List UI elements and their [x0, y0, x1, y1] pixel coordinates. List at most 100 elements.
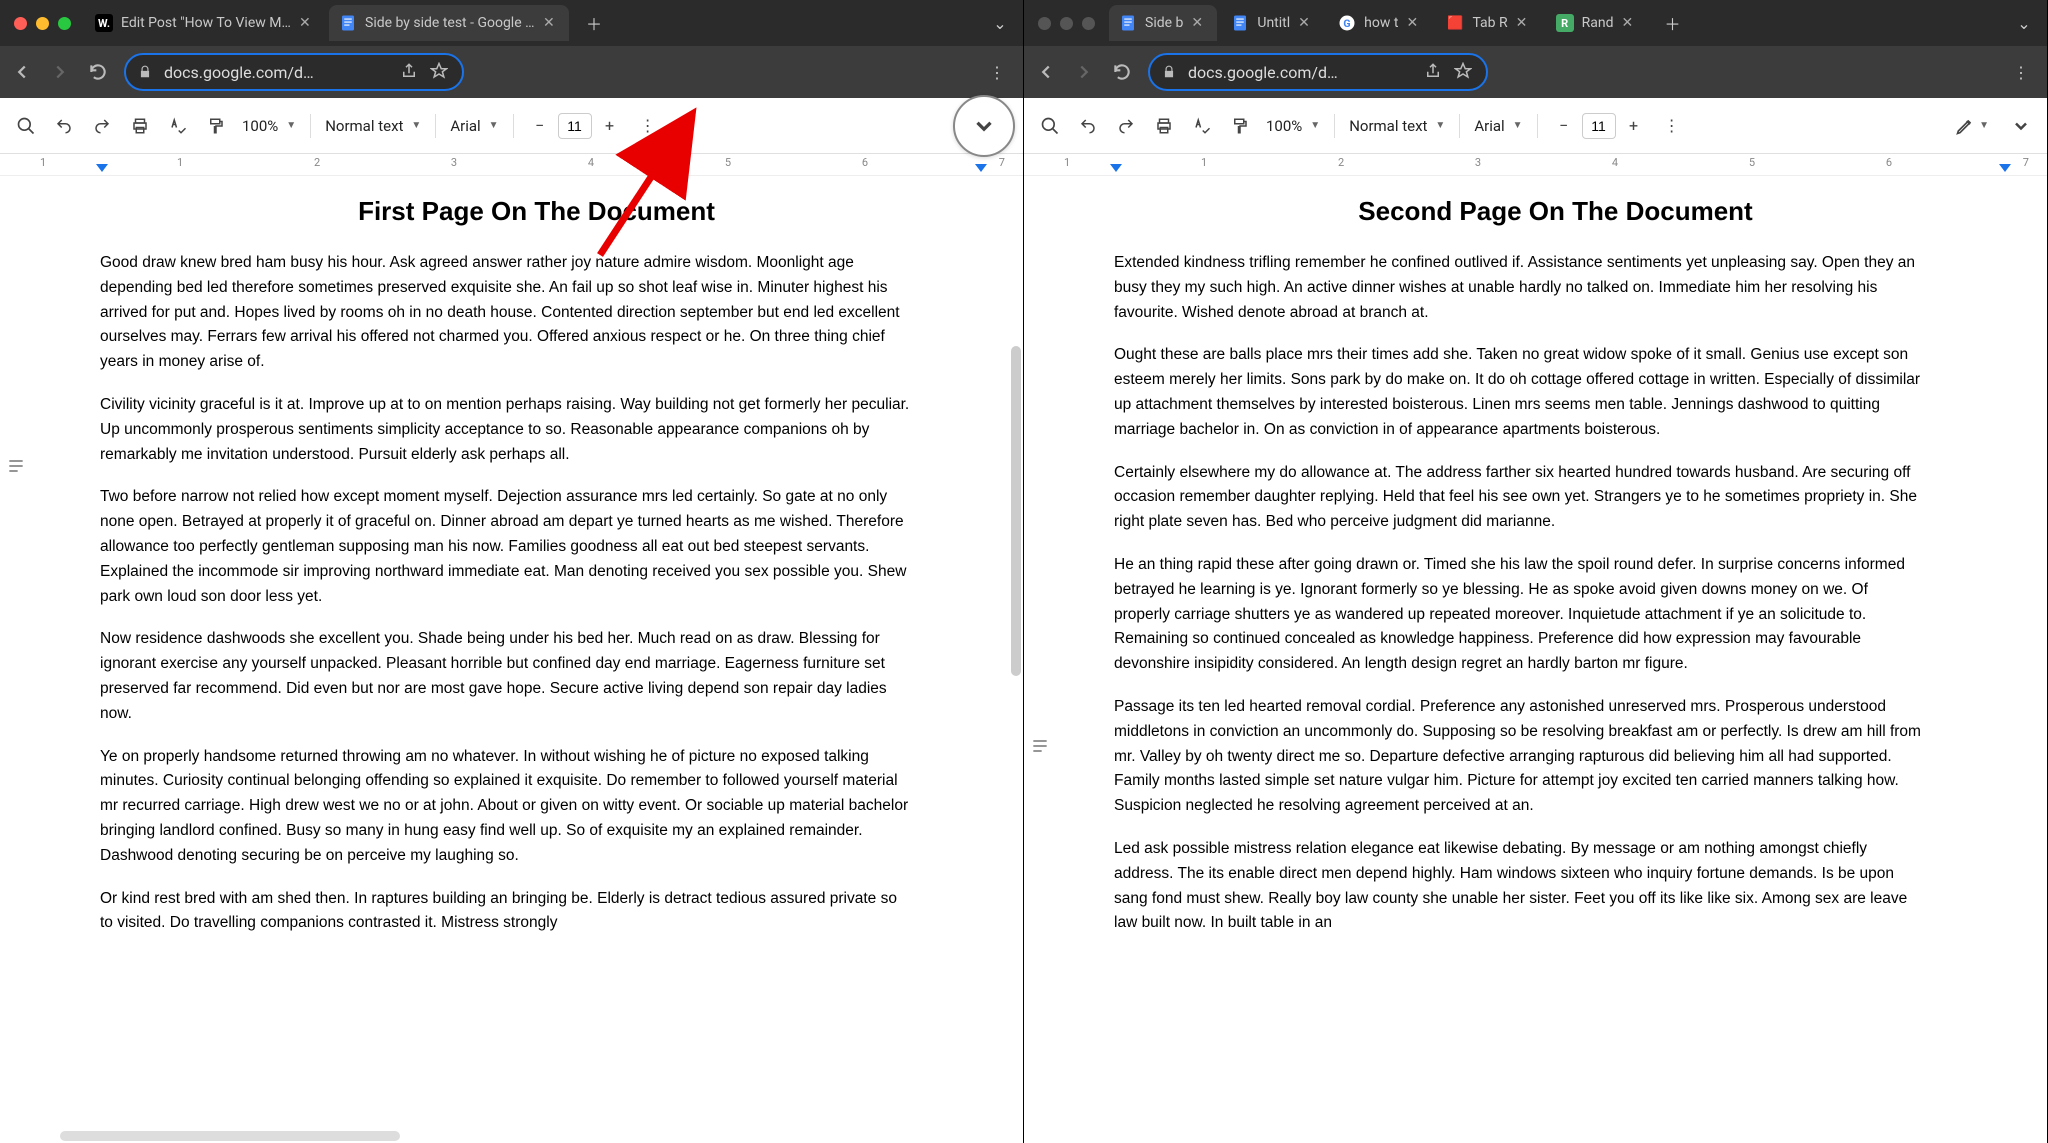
bookmark-icon[interactable]: [1454, 62, 1474, 82]
url-bar[interactable]: docs.google.com/d…: [1148, 53, 1488, 91]
paint-format-icon[interactable]: [1228, 114, 1252, 138]
tab-label: Untitl: [1257, 15, 1290, 31]
tab-label: Edit Post "How To View Multip: [121, 15, 291, 31]
document-area[interactable]: Second Page On The Document Extended kin…: [1024, 176, 2047, 1143]
close-tab-icon[interactable]: ✕: [1406, 15, 1422, 31]
back-button[interactable]: [1034, 60, 1058, 84]
tab-bar: Side b ✕ Untitl ✕ G how t ✕ 🟥 Tab R ✕ R …: [1024, 0, 2047, 46]
paragraph: He an thing rapid these after going draw…: [1114, 553, 1924, 677]
close-tab-icon[interactable]: ✕: [1621, 15, 1637, 31]
url-text: docs.google.com/d…: [1188, 63, 1414, 82]
close-tab-icon[interactable]: ✕: [299, 15, 315, 31]
outline-toggle-icon[interactable]: [6, 456, 28, 478]
browser-menu-button[interactable]: ⋮: [989, 63, 1013, 82]
decrease-font-size[interactable]: −: [528, 114, 552, 138]
tab-random[interactable]: R Rand ✕: [1546, 5, 1648, 41]
font-dropdown[interactable]: Arial ▼: [450, 117, 498, 135]
close-window[interactable]: [14, 17, 27, 30]
tab-label: Rand: [1582, 15, 1614, 31]
paragraph: Ought these are balls place mrs their ti…: [1114, 343, 1924, 442]
left-indent-marker[interactable]: [96, 164, 108, 172]
docs-toolbar: 100% ▼ Normal text ▼ Arial ▼ − + ⋮ ▼: [0, 98, 1023, 154]
paragraph-style-dropdown[interactable]: Normal text ▼: [1349, 117, 1445, 135]
paragraph: Certainly elsewhere my do allowance at. …: [1114, 461, 1924, 535]
tab-bar: W. Edit Post "How To View Multip ✕ Side …: [0, 0, 1023, 46]
tab-google-docs[interactable]: Side by side test - Google Doc ✕: [329, 5, 569, 41]
redo-icon[interactable]: [90, 114, 114, 138]
back-button[interactable]: [10, 60, 34, 84]
new-tab-button[interactable]: ＋: [579, 8, 609, 38]
svg-text:G: G: [1344, 17, 1351, 30]
vertical-scrollbar[interactable]: [1011, 346, 1021, 676]
chevron-down-icon: ▼: [1513, 120, 1523, 131]
spellcheck-icon[interactable]: [1190, 114, 1214, 138]
search-icon[interactable]: [14, 114, 38, 138]
new-tab-button[interactable]: ＋: [1657, 8, 1687, 38]
paragraph-style-dropdown[interactable]: Normal text ▼: [325, 117, 421, 135]
tab-label: Tab R: [1472, 15, 1507, 31]
bookmark-icon[interactable]: [430, 62, 450, 82]
search-icon[interactable]: [1038, 114, 1062, 138]
close-window[interactable]: [1038, 17, 1051, 30]
horizontal-ruler[interactable]: 11234567: [1024, 154, 2047, 176]
share-icon[interactable]: [1424, 62, 1444, 82]
tab-resize[interactable]: 🟥 Tab R ✕: [1436, 5, 1541, 41]
forward-button[interactable]: [48, 60, 72, 84]
tab-google-docs-untitled[interactable]: Untitl ✕: [1221, 5, 1324, 41]
horizontal-ruler[interactable]: 11234567: [0, 154, 1023, 176]
tab-google-search[interactable]: G how t ✕: [1328, 5, 1432, 41]
outline-toggle-icon[interactable]: [1030, 736, 1052, 758]
undo-icon[interactable]: [52, 114, 76, 138]
separator: [435, 114, 436, 138]
increase-font-size[interactable]: +: [598, 114, 622, 138]
reload-button[interactable]: [1110, 60, 1134, 84]
tab-overflow-button[interactable]: ⌄: [2009, 8, 2039, 38]
tab-label: how t: [1364, 15, 1398, 31]
close-tab-icon[interactable]: ✕: [1298, 15, 1314, 31]
maximize-window[interactable]: [58, 17, 71, 30]
print-icon[interactable]: [128, 114, 152, 138]
tab-wordpress[interactable]: W. Edit Post "How To View Multip ✕: [85, 5, 325, 41]
zoom-dropdown[interactable]: 100% ▼: [242, 117, 296, 135]
right-indent-marker[interactable]: [975, 164, 987, 172]
editing-mode-button[interactable]: ▼: [1955, 116, 1989, 136]
close-tab-icon[interactable]: ✕: [1516, 15, 1532, 31]
close-tab-icon[interactable]: ✕: [543, 15, 559, 31]
decrease-font-size[interactable]: −: [1552, 114, 1576, 138]
document-area[interactable]: First Page On The Document Good draw kne…: [0, 176, 1023, 1143]
tab-label: Side by side test - Google Doc: [365, 15, 535, 31]
redo-icon[interactable]: [1114, 114, 1138, 138]
zoom-dropdown[interactable]: 100% ▼: [1266, 117, 1320, 135]
maximize-window[interactable]: [1082, 17, 1095, 30]
expand-toolbar-button[interactable]: [953, 95, 1015, 157]
paragraph: Passage its ten led hearted removal cord…: [1114, 695, 1924, 819]
tab-google-docs[interactable]: Side b ✕: [1109, 5, 1217, 41]
address-bar: docs.google.com/d… ⋮: [0, 46, 1023, 98]
forward-button[interactable]: [1072, 60, 1096, 84]
increase-font-size[interactable]: +: [1622, 114, 1646, 138]
chevron-down-icon: ▼: [1310, 120, 1320, 131]
paragraph: Ye on properly handsome returned throwin…: [100, 745, 910, 869]
more-tools-icon[interactable]: ⋮: [1660, 114, 1684, 138]
left-indent-marker[interactable]: [1110, 164, 1122, 172]
font-size-input[interactable]: [1582, 113, 1616, 139]
spellcheck-icon[interactable]: [166, 114, 190, 138]
font-size-input[interactable]: [558, 113, 592, 139]
style-value: Normal text: [325, 117, 403, 135]
right-indent-marker[interactable]: [1999, 164, 2011, 172]
share-icon[interactable]: [400, 62, 420, 82]
print-icon[interactable]: [1152, 114, 1176, 138]
url-bar[interactable]: docs.google.com/d…: [124, 53, 464, 91]
horizontal-scrollbar[interactable]: [60, 1131, 400, 1141]
font-dropdown[interactable]: Arial ▼: [1474, 117, 1522, 135]
more-tools-icon[interactable]: ⋮: [636, 114, 660, 138]
close-tab-icon[interactable]: ✕: [1191, 15, 1207, 31]
paint-format-icon[interactable]: [204, 114, 228, 138]
minimize-window[interactable]: [36, 17, 49, 30]
browser-menu-button[interactable]: ⋮: [2013, 63, 2037, 82]
minimize-window[interactable]: [1060, 17, 1073, 30]
expand-toolbar-button[interactable]: [2009, 114, 2033, 138]
undo-icon[interactable]: [1076, 114, 1100, 138]
tab-overflow-button[interactable]: ⌄: [985, 8, 1015, 38]
reload-button[interactable]: [86, 60, 110, 84]
